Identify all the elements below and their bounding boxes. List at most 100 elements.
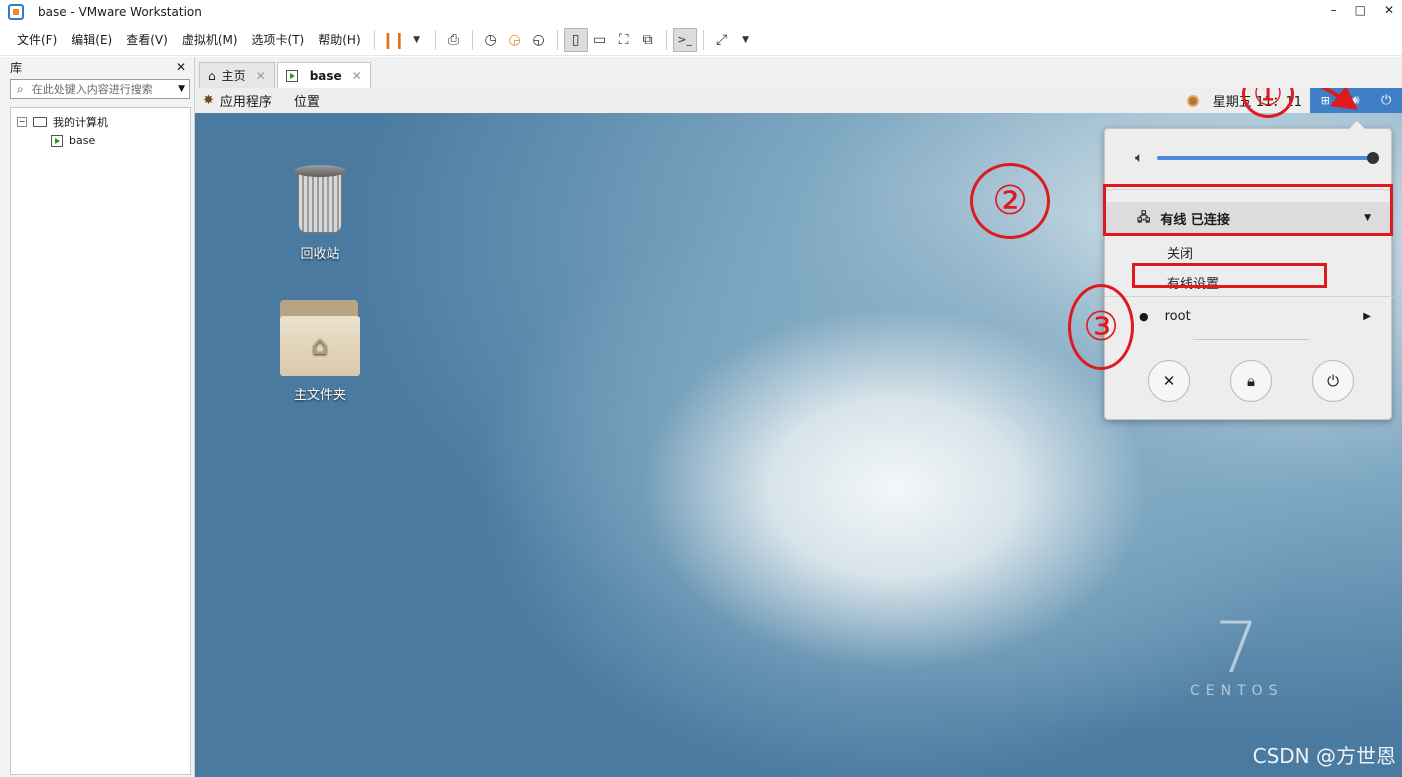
menu-view[interactable]: 查看(V) [119, 31, 175, 48]
menu-edit[interactable]: 编辑(E) [64, 31, 119, 48]
power-off-button[interactable]: ⏻ [1312, 360, 1354, 402]
tree-item-label: base [69, 134, 96, 147]
revert-snapshot-button[interactable]: ◶ [503, 28, 527, 52]
thumbnail-view-icon: ▭ [593, 31, 607, 48]
guest-screen[interactable]: ✸ 应用程序 位置 星期五 11：11 ⊞ 🔊︎ ⏻ 回收站 ⌂ 主文件夹 7 … [195, 88, 1402, 777]
menu-file[interactable]: 文件(F) [10, 31, 64, 48]
power-icon: ⏻ [1327, 372, 1339, 390]
stretch-button[interactable]: ⤢ [710, 28, 734, 52]
tab-label: base [309, 68, 342, 83]
full-screen-button[interactable]: ⛶ [612, 28, 636, 52]
user-icon: ● [1139, 310, 1149, 323]
tab-strip: ⌂ 主页 ✕ base ✕ [195, 57, 1402, 88]
centos-branding: 7 CENTOS [1190, 613, 1284, 699]
keyboard-send-icon: ⎙ [448, 31, 460, 48]
user-name: root [1164, 309, 1191, 324]
toolbar-separator [434, 29, 436, 50]
stretch-icon: ⤢ [716, 31, 728, 48]
volume-slider[interactable] [1157, 152, 1379, 164]
window-controls: – □ ✕ [1331, 3, 1394, 17]
vm-running-icon [51, 134, 63, 147]
gnome-top-bar: ✸ 应用程序 位置 星期五 11：11 ⊞ 🔊︎ ⏻ [195, 88, 1402, 113]
menu-tabs[interactable]: 选项卡(T) [245, 31, 312, 48]
library-search-placeholder: 在此处键入内容进行搜索 [31, 83, 153, 96]
lock-icon: 🔒︎ [1247, 372, 1255, 390]
window-title: base - VMware Workstation [38, 5, 202, 19]
desktop-icon-label: 回收站 [300, 247, 340, 262]
centos-version-number: 7 [1214, 607, 1260, 689]
minimize-button[interactable]: – [1331, 3, 1337, 17]
computer-icon [33, 116, 47, 127]
tree-item-base-vm[interactable]: base [11, 131, 190, 150]
annotation-number-three: ③ [1068, 284, 1134, 370]
pause-button[interactable]: ❙❙ [381, 28, 406, 52]
revert-snapshot-icon: ◶ [508, 31, 521, 48]
applications-menu[interactable]: ✸ 应用程序 [203, 91, 272, 110]
settings-icon: ✕ [1162, 372, 1176, 390]
menubar: 文件(F) 编辑(E) 查看(V) 虚拟机(M) 选项卡(T) 帮助(H) ❙❙… [0, 24, 1402, 56]
snapshot-icon: ◷ [484, 31, 497, 48]
weather-icon [1186, 94, 1199, 107]
pause-dropdown-button[interactable]: ▼ [405, 28, 429, 52]
desktop-icon-label: 主文件夹 [293, 388, 346, 403]
library-tree: − 我的计算机 base [10, 107, 191, 775]
thumbnail-bar-button[interactable]: ▭ [588, 28, 612, 52]
trash-icon [292, 165, 348, 235]
tree-item-my-computer[interactable]: − 我的计算机 [11, 112, 190, 131]
annotation-box-wired [1103, 184, 1393, 236]
home-icon: ⌂ [208, 68, 216, 83]
tab-label: 主页 [221, 69, 246, 83]
divider [1105, 296, 1393, 297]
annotation-arrow [1320, 88, 1358, 110]
chevron-down-icon[interactable]: ▼ [178, 84, 185, 94]
settings-button[interactable]: ✕ [1148, 360, 1190, 402]
divider [1193, 339, 1309, 340]
annotation-number-two: ② [970, 163, 1050, 239]
desktop-icon-home-folder[interactable]: ⌂ 主文件夹 [275, 300, 365, 403]
volume-row: 🔈︎ [1135, 150, 1379, 166]
annotation-box-settings [1132, 263, 1327, 288]
tree-item-label: 我的计算机 [53, 115, 108, 129]
close-window-button[interactable]: ✕ [1384, 3, 1394, 17]
collapse-toggle[interactable]: − [17, 116, 27, 127]
stretch-dropdown-button[interactable]: ▼ [734, 28, 758, 52]
wired-off-item[interactable]: 关闭 [1167, 243, 1193, 262]
library-title: 库 [10, 60, 23, 75]
speaker-icon: 🔈︎ [1135, 150, 1144, 166]
snapshot-manager-icon: ◵ [532, 31, 545, 48]
tab-home[interactable]: ⌂ 主页 ✕ [199, 62, 275, 88]
menu-vm[interactable]: 虚拟机(M) [175, 31, 245, 48]
applications-label: 应用程序 [219, 95, 272, 110]
library-search-input[interactable]: ⌕ 在此处键入内容进行搜索 ▼ [10, 79, 190, 99]
maximize-button[interactable]: □ [1355, 3, 1366, 17]
console-view-button[interactable]: >_ [672, 27, 697, 52]
unity-button[interactable]: ⧉ [636, 28, 660, 52]
tab-base[interactable]: base ✕ [276, 62, 371, 88]
full-screen-icon: ⛶ [618, 31, 629, 48]
home-folder-icon: ⌂ [280, 300, 360, 378]
menu-help[interactable]: 帮助(H) [311, 31, 367, 48]
chevron-right-icon: ▶ [1363, 311, 1371, 322]
user-menu-item[interactable]: ● root ▶ [1139, 309, 1371, 324]
desktop-icon-trash[interactable]: 回收站 [280, 165, 360, 262]
vmware-app-icon [8, 4, 24, 20]
tab-close-button[interactable]: ✕ [352, 69, 362, 83]
centos-wordmark: CENTOS [1190, 683, 1284, 699]
toolbar-separator [556, 29, 558, 50]
tab-close-button[interactable]: ✕ [256, 69, 266, 83]
pause-icon: ❙❙ [381, 30, 406, 49]
places-menu[interactable]: 位置 [294, 91, 320, 110]
power-icon: ⏻ [1380, 93, 1392, 108]
snapshot-button[interactable]: ◷ [479, 28, 503, 52]
unity-icon: ⧉ [642, 31, 653, 48]
snapshot-manager-button[interactable]: ◵ [527, 28, 551, 52]
lock-button[interactable]: 🔒︎ [1230, 360, 1272, 402]
toolbar-separator [665, 29, 667, 50]
show-library-button[interactable]: ▯ [563, 27, 588, 52]
csdn-watermark: CSDN @方世恩 [1252, 744, 1396, 768]
send-ctrl-alt-del-button[interactable]: ⎙ [442, 28, 466, 52]
window-titlebar: base - VMware Workstation – □ ✕ [0, 0, 1402, 24]
vm-running-icon [285, 69, 298, 82]
library-close-button[interactable]: ✕ [176, 60, 186, 74]
volume-slider-handle[interactable] [1367, 152, 1379, 164]
